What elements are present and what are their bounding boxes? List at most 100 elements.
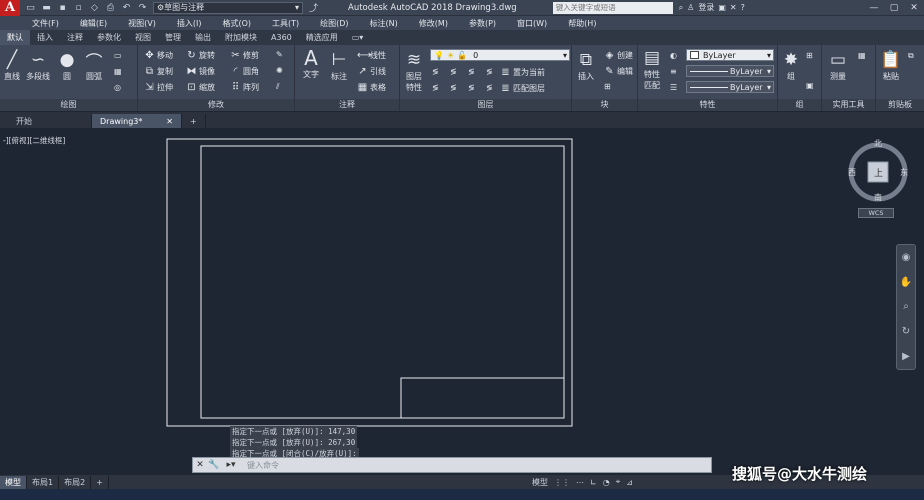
drawing-canvas[interactable]: -][俯视][二维线框] 北 南 西 东 上 WCS ◉ ✋ ⌕ ↻ ▶ <box>0 128 924 472</box>
osnap-icon[interactable]: ⌖ <box>616 477 621 487</box>
color-dropdown[interactable]: ByLayer ▾ <box>686 49 774 61</box>
panel-modify-title[interactable]: 修改 <box>138 99 294 111</box>
measure-button[interactable]: ▭ 测量 <box>827 49 849 82</box>
south-label[interactable]: 南 <box>874 192 882 203</box>
menu-modify[interactable]: 修改(M) <box>419 18 448 29</box>
print-icon[interactable]: ⎙ <box>104 2 117 14</box>
table-button[interactable]: ▦ 表格 <box>357 82 386 93</box>
explode-icon[interactable]: ✺ <box>276 66 283 75</box>
offset-icon[interactable]: ⫽ <box>276 82 280 92</box>
north-label[interactable]: 北 <box>874 138 882 149</box>
menu-dimension[interactable]: 标注(N) <box>370 18 398 29</box>
panel-draw-title[interactable]: 绘图 <box>0 99 137 111</box>
recent-commands-icon[interactable]: ▸▾ <box>221 458 241 472</box>
tab-a360[interactable]: A360 <box>264 30 299 45</box>
save-as-icon[interactable]: ▫ <box>72 2 85 14</box>
close-icon[interactable]: ✕ <box>904 0 924 16</box>
fillet-button[interactable]: ◜ 圆角 <box>230 66 259 77</box>
orbit-icon[interactable]: ↻ <box>902 326 910 337</box>
minimize-icon[interactable]: — <box>864 0 884 16</box>
tab-layout2[interactable]: 布局2 <box>59 475 92 489</box>
tab-start[interactable]: 开始 <box>0 114 92 128</box>
zoom-icon[interactable]: ⌕ <box>903 301 909 312</box>
scale-button[interactable]: ⊡ 缩放 <box>186 82 215 93</box>
layer-unlock-icon[interactable]: ≶ <box>468 83 475 92</box>
layer-lock-icon[interactable]: ≶ <box>486 67 493 76</box>
group-button[interactable]: ✸ 组 <box>780 49 802 82</box>
east-label[interactable]: 东 <box>900 167 908 178</box>
menu-tools[interactable]: 工具(T) <box>272 18 299 29</box>
tab-layout1[interactable]: 布局1 <box>27 475 60 489</box>
add-layout-button[interactable]: + <box>91 475 109 489</box>
ellipse-icon[interactable]: ◎ <box>114 83 121 92</box>
new-tab-button[interactable]: + <box>182 114 206 128</box>
help-icon[interactable]: ? <box>741 3 745 12</box>
showmotion-icon[interactable]: ▶ <box>902 351 910 362</box>
make-current-button[interactable]: ≣ 置为当前 <box>500 67 545 78</box>
menu-draw[interactable]: 绘图(D) <box>320 18 348 29</box>
model-space-toggle[interactable]: 模型 <box>532 477 548 488</box>
copy-clip-icon[interactable]: ⧉ <box>908 51 914 61</box>
polar-icon[interactable]: ◔ <box>603 478 610 487</box>
undo-icon[interactable]: ↶ <box>120 2 133 14</box>
leader-button[interactable]: ↗ 引线 <box>357 66 386 77</box>
layer-thaw-icon[interactable]: ≶ <box>450 83 457 92</box>
exchange-icon[interactable]: ✕ <box>730 3 737 12</box>
menu-edit[interactable]: 编辑(E) <box>80 18 107 29</box>
tab-addins[interactable]: 附加模块 <box>218 30 264 45</box>
ortho-icon[interactable]: ∟ <box>590 478 597 487</box>
layer-walk-icon[interactable]: ≶ <box>486 83 493 92</box>
line-button[interactable]: ╱ 直线 <box>1 49 23 82</box>
panel-clipboard-title[interactable]: 剪贴板 <box>876 99 924 111</box>
lineweight-dropdown[interactable]: ByLayer ▾ <box>686 65 774 77</box>
layer-properties-button[interactable]: ≋ 图层 特性 <box>403 49 425 93</box>
trim-button[interactable]: ✂ 修剪 <box>230 50 259 61</box>
lineweight-icon[interactable]: ≡ <box>670 67 677 76</box>
panel-layers-title[interactable]: 图层 <box>400 99 571 111</box>
mirror-button[interactable]: ⧓ 镜像 <box>186 66 216 77</box>
block-attribute-icon[interactable]: ⊞ <box>604 82 611 91</box>
layer-isolate-icon[interactable]: ≶ <box>450 67 457 76</box>
viewcube[interactable]: 北 南 西 东 上 WCS <box>846 138 910 220</box>
menu-view[interactable]: 视图(V) <box>128 18 156 29</box>
search-input[interactable]: 键入关键字或短语 <box>552 1 673 14</box>
layer-on-icon[interactable]: ≶ <box>432 83 439 92</box>
tab-default[interactable]: 默认 <box>0 30 30 45</box>
tab-insert[interactable]: 插入 <box>30 30 60 45</box>
pan-icon[interactable]: ✋ <box>900 277 912 288</box>
user-icon[interactable]: ♙ <box>687 3 694 12</box>
match-properties-button[interactable]: ▤ 特性 匹配 <box>641 47 663 91</box>
login-link[interactable]: 登录 <box>698 2 714 13</box>
menu-format[interactable]: 格式(O) <box>222 18 251 29</box>
annotation-scale-icon[interactable]: ⊿ <box>626 478 633 487</box>
workspace-dropdown[interactable]: ⚙ 草图与注释 ▾ <box>153 1 303 14</box>
top-face-label[interactable]: 上 <box>874 166 883 179</box>
arc-button[interactable]: ⌒ 圆弧 <box>83 49 105 82</box>
tab-drawing3[interactable]: Drawing3* ✕ <box>92 114 182 128</box>
wcs-menu[interactable]: WCS <box>858 208 894 218</box>
panel-block-title[interactable]: 块 <box>572 99 637 111</box>
save-icon[interactable]: ▪ <box>56 2 69 14</box>
match-layer-button[interactable]: ≣ 匹配图层 <box>500 83 545 94</box>
layer-off-icon[interactable]: ≶ <box>432 67 439 76</box>
wrench-icon[interactable]: 🔧 <box>207 458 221 472</box>
search-icon[interactable]: ⌕ <box>679 3 683 13</box>
menu-window[interactable]: 窗口(W) <box>517 18 547 29</box>
open-folder-icon[interactable]: ▬ <box>40 2 53 14</box>
create-block-button[interactable]: ◈ 创建 <box>604 50 633 61</box>
snap-icon[interactable]: ⋯ <box>576 478 584 487</box>
close-icon[interactable]: ✕ <box>193 458 207 472</box>
linetype-dropdown[interactable]: ByLayer ▾ <box>686 81 774 93</box>
cart-icon[interactable]: ▣ <box>718 3 726 12</box>
tab-output[interactable]: 输出 <box>188 30 218 45</box>
west-label[interactable]: 西 <box>848 167 856 178</box>
rectangle-icon[interactable]: ▭ <box>114 51 122 60</box>
hatch-icon[interactable]: ▦ <box>114 67 122 76</box>
command-input[interactable]: 键入命令 <box>247 460 279 471</box>
group-select-icon[interactable]: ▣ <box>806 81 814 90</box>
array-button[interactable]: ⠿ 阵列 <box>230 82 259 93</box>
web-mobile-icon[interactable]: ◇ <box>88 2 101 14</box>
rotate-button[interactable]: ↻ 旋转 <box>186 50 215 61</box>
linetype-icon[interactable]: ☰ <box>670 83 677 92</box>
new-file-icon[interactable]: ▭ <box>24 2 37 14</box>
